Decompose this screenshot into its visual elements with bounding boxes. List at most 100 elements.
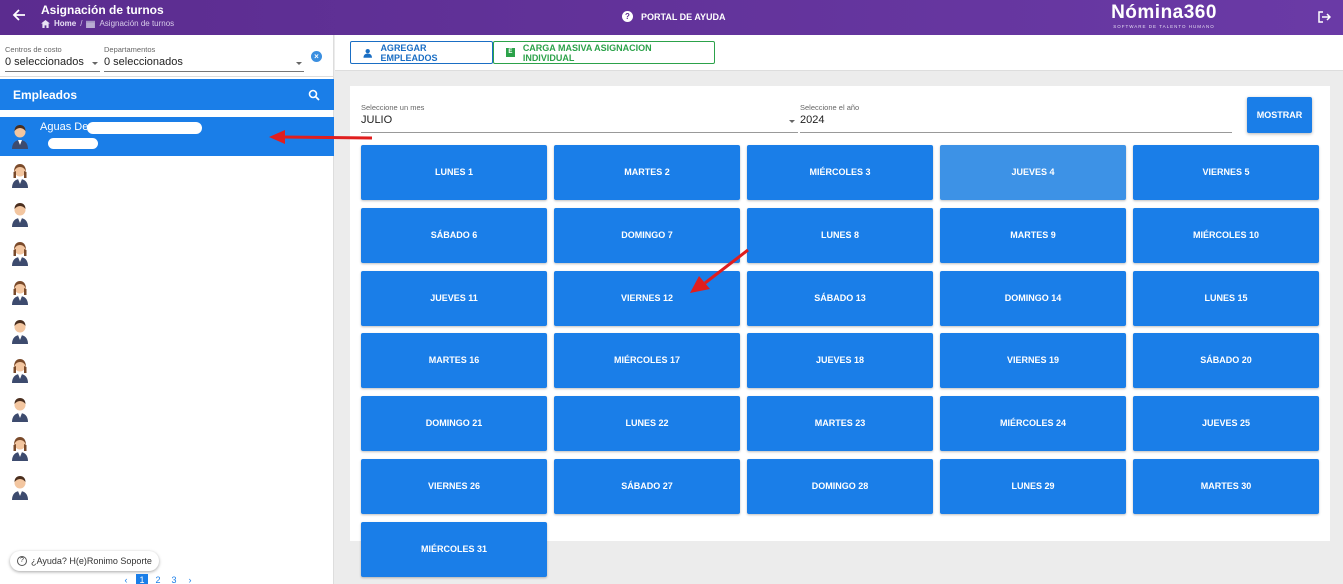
avatar-icon: [9, 318, 31, 344]
page-title: Asignación de turnos: [41, 3, 164, 17]
employees-title: Empleados: [13, 88, 78, 102]
day-button[interactable]: SÁBADO 13: [747, 270, 933, 326]
day-button[interactable]: JUEVES 25: [1133, 396, 1319, 452]
avatar-icon: [9, 162, 31, 188]
breadcrumb-home[interactable]: Home: [54, 19, 76, 28]
calendar-card: Seleccione un mes JULIO Seleccione el añ…: [350, 86, 1330, 577]
pagination: ‹ 1 2 3 ›: [120, 573, 196, 584]
day-button[interactable]: MIÉRCOLES 3: [747, 145, 933, 200]
day-button[interactable]: JUEVES 18: [747, 333, 933, 389]
help-chip[interactable]: ? ¿Ayuda? H(e)Ronimo Soporte: [10, 551, 159, 571]
bulk-load-label: CARGA MASIVA ASIGNACION INDIVIDUAL: [522, 42, 652, 63]
day-button[interactable]: MARTES 30: [1133, 459, 1319, 514]
page-3[interactable]: 3: [168, 574, 180, 584]
question-icon: ?: [622, 11, 633, 22]
help-question-icon: ?: [17, 556, 27, 566]
excel-icon: E: [506, 48, 515, 57]
help-portal-link[interactable]: ? PORTAL DE AYUDA: [622, 11, 726, 22]
person-icon: [363, 48, 372, 58]
departments-caret-icon[interactable]: [296, 62, 302, 65]
top-app-bar: Asignación de turnos Home / Asignación d…: [0, 0, 1343, 35]
day-button[interactable]: LUNES 8: [747, 207, 933, 263]
avatar-icon: [9, 201, 31, 227]
avatar-icon: [9, 357, 31, 383]
help-chip-label: ¿Ayuda? H(e)Ronimo Soporte: [31, 556, 152, 566]
breadcrumb: Home / Asignación de turnos: [41, 19, 174, 28]
day-button[interactable]: SÁBADO 27: [554, 459, 740, 514]
month-underline: [361, 132, 798, 133]
month-select[interactable]: JULIO: [361, 114, 392, 126]
avatar-icon: [9, 396, 31, 422]
employee-row[interactable]: [0, 468, 334, 507]
home-icon: [41, 19, 50, 28]
day-button[interactable]: MIÉRCOLES 31: [361, 521, 547, 577]
breadcrumb-separator: /: [80, 19, 83, 28]
day-button[interactable]: MARTES 9: [940, 207, 1126, 263]
employee-name: Aguas De: [40, 121, 89, 133]
day-button[interactable]: LUNES 29: [940, 459, 1126, 514]
breadcrumb-current: Asignación de turnos: [99, 19, 175, 28]
clear-filters-icon[interactable]: ×: [311, 51, 322, 62]
day-button[interactable]: MARTES 16: [361, 333, 547, 389]
year-select[interactable]: 2024: [800, 114, 824, 126]
employee-row[interactable]: [0, 273, 334, 312]
employee-row[interactable]: [0, 312, 334, 351]
day-button[interactable]: SÁBADO 6: [361, 207, 547, 263]
day-button[interactable]: DOMINGO 28: [747, 459, 933, 514]
day-button[interactable]: LUNES 22: [554, 396, 740, 452]
brand-tagline: SOFTWARE DE TALENTO HUMANO: [1113, 24, 1215, 29]
avatar-icon: [9, 435, 31, 461]
redacted-name: [87, 122, 202, 134]
brand-name: Nómina360: [1111, 2, 1217, 23]
employee-panel: Centros de costo 0 seleccionados Departa…: [0, 35, 334, 584]
help-portal-label: PORTAL DE AYUDA: [641, 11, 726, 22]
back-arrow-icon[interactable]: [12, 8, 28, 26]
day-button[interactable]: MARTES 23: [747, 396, 933, 452]
day-button[interactable]: DOMINGO 7: [554, 207, 740, 263]
page-1[interactable]: 1: [136, 574, 148, 584]
bulk-load-button[interactable]: E CARGA MASIVA ASIGNACION INDIVIDUAL: [493, 41, 715, 64]
day-button[interactable]: MIÉRCOLES 24: [940, 396, 1126, 452]
employee-row[interactable]: [0, 195, 334, 234]
day-button[interactable]: MARTES 2: [554, 145, 740, 200]
employee-row[interactable]: [0, 234, 334, 273]
cost-centers-select[interactable]: 0 seleccionados: [5, 56, 84, 68]
prev-page-icon[interactable]: ‹: [120, 574, 132, 584]
page-2[interactable]: 2: [152, 574, 164, 584]
add-employees-label: AGREGAR EMPLEADOS: [380, 42, 438, 63]
employees-header: Empleados: [0, 79, 334, 110]
day-button[interactable]: DOMINGO 21: [361, 396, 547, 452]
day-button[interactable]: DOMINGO 14: [940, 270, 1126, 326]
next-page-icon[interactable]: ›: [184, 574, 196, 584]
employee-row[interactable]: [0, 156, 334, 195]
month-caret-icon[interactable]: [789, 120, 795, 123]
logout-icon[interactable]: [1317, 10, 1332, 24]
day-button[interactable]: JUEVES 4: [940, 145, 1126, 200]
avatar-icon: [9, 279, 31, 305]
day-button[interactable]: VIERNES 26: [361, 459, 547, 514]
cost-centers-caret-icon[interactable]: [92, 62, 98, 65]
filters-bar: Centros de costo 0 seleccionados Departa…: [0, 35, 334, 77]
day-button[interactable]: VIERNES 12: [554, 270, 740, 326]
show-button[interactable]: MOSTRAR: [1247, 97, 1312, 133]
employee-row[interactable]: [0, 390, 334, 429]
day-button[interactable]: MIÉRCOLES 10: [1133, 207, 1319, 263]
day-button[interactable]: JUEVES 11: [361, 270, 547, 326]
day-button[interactable]: VIERNES 19: [940, 333, 1126, 389]
day-button[interactable]: MIÉRCOLES 17: [554, 333, 740, 389]
add-employees-button[interactable]: AGREGAR EMPLEADOS: [350, 41, 493, 64]
employee-row-selected[interactable]: Aguas De: [0, 117, 334, 156]
avatar-icon: [9, 474, 31, 500]
day-button[interactable]: LUNES 15: [1133, 270, 1319, 326]
day-button[interactable]: VIERNES 5: [1133, 145, 1319, 200]
departments-select[interactable]: 0 seleccionados: [104, 56, 183, 68]
search-icon[interactable]: [308, 88, 320, 101]
cost-centers-underline: [5, 71, 100, 72]
day-button[interactable]: SÁBADO 20: [1133, 333, 1319, 389]
day-button[interactable]: LUNES 1: [361, 145, 547, 200]
employee-list: Aguas De: [0, 117, 334, 507]
action-toolbar: AGREGAR EMPLEADOS E CARGA MASIVA ASIGNAC…: [335, 35, 1343, 71]
employee-row[interactable]: [0, 351, 334, 390]
cost-centers-label: Centros de costo: [5, 45, 62, 54]
employee-row[interactable]: [0, 429, 334, 468]
